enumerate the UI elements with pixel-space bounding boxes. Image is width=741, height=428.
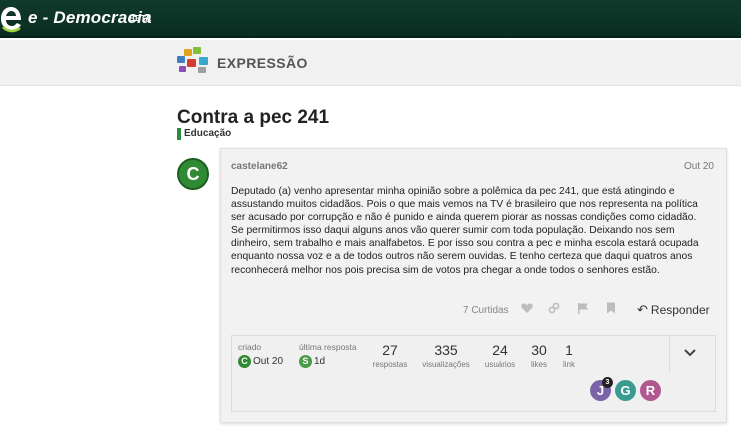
chevron-down-icon[interactable] [684,346,700,362]
e-logo-icon[interactable] [0,3,22,33]
speech-bubbles-logo-icon[interactable] [176,46,210,76]
reply-icon: ↶ [637,302,648,317]
stats-divider [669,336,670,372]
topic-title: Contra a pec 241 [177,107,330,128]
participant-avatar[interactable]: G [615,380,636,401]
views-label: visualizações [422,360,470,369]
users-count: 24 [492,342,508,358]
links-label: link [562,360,575,369]
section-title[interactable]: EXPRESSÃO [217,55,308,71]
replies-stat: 27 respostas [370,342,410,369]
last-reply-label: última resposta [299,342,357,352]
author-avatar[interactable]: C [177,158,209,190]
last-reply-value: 1d [314,356,326,367]
category-badge[interactable]: Educação [177,128,231,140]
created-label: criado [238,342,262,352]
views-stat: 335 visualizações [416,342,476,369]
post-body: Deputado (a) venho apresentar minha opin… [231,186,699,276]
topic-stats: criado C Out 20 última resposta S 1d 27 re… [231,335,716,412]
participant-avatar[interactable]: R [640,380,661,401]
created-avatar: C [238,355,251,368]
last-reply-avatar: S [299,355,312,368]
links-count: 1 [565,342,573,358]
beta-badge: BETA [129,14,152,23]
likes-label: likes [530,360,547,369]
last-reply-block[interactable]: última resposta S 1d [299,342,357,368]
bookmark-icon[interactable] [603,302,619,318]
users-label: usuários [484,360,516,369]
created-value: Out 20 [253,356,284,367]
top-navbar: e - Democracia BETA [0,0,741,38]
link-icon[interactable] [546,302,562,318]
views-count: 335 [434,342,458,358]
likes-total: 30 [531,342,547,358]
reply-button[interactable]: ↶ Responder [637,302,710,318]
section-header: EXPRESSÃO [0,40,741,86]
post-card: castelane62 Out 20 Deputado (a) venho ap… [220,148,727,423]
participant-post-count: 3 [602,377,613,388]
post-date[interactable]: Out 20 [684,161,714,172]
reply-label: Responder [650,303,710,317]
post-actions: 7 Curtidas ↶ Responder [221,299,728,321]
likes-stat: 30 likes [524,342,554,369]
users-stat: 24 usuários [482,342,518,369]
links-stat: 1 link [558,342,580,369]
flag-icon[interactable] [575,302,591,318]
post-author[interactable]: castelane62 [231,161,288,172]
replies-count: 27 [382,342,398,358]
likes-count[interactable]: 7 Curtidas [463,305,509,316]
heart-icon[interactable] [519,302,535,318]
created-block[interactable]: criado C Out 20 [238,342,283,368]
replies-label: respostas [372,360,408,369]
